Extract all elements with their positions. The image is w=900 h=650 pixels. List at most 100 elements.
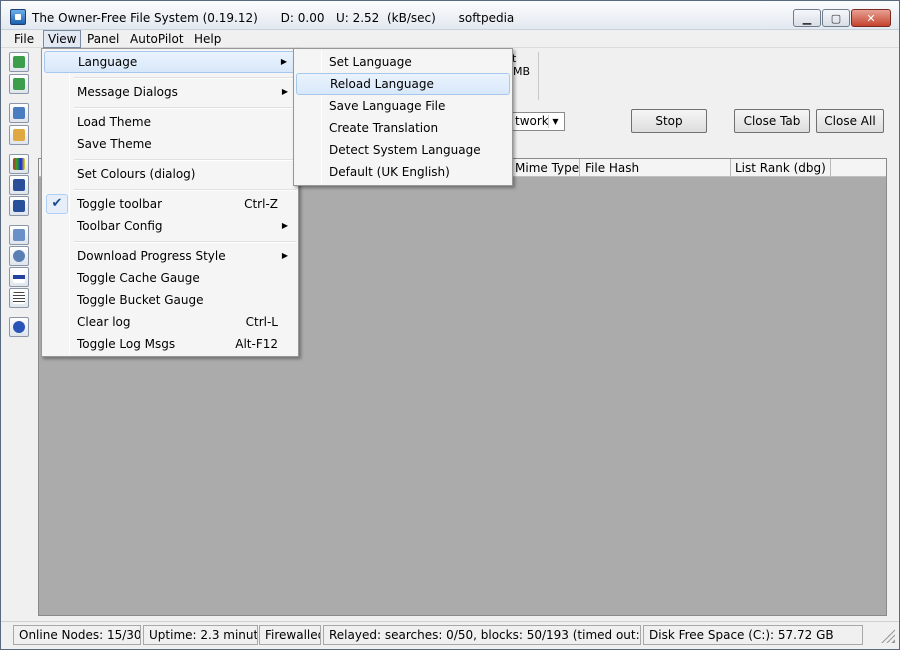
view-menu-item-clear-log[interactable]: Clear log Ctrl-L — [44, 311, 296, 333]
menu-item-label: Clear log — [77, 315, 131, 329]
column-mime-type[interactable]: Mime Type — [511, 159, 580, 177]
language-menu-item-set-language[interactable]: Set Language — [296, 51, 510, 73]
menu-item-label: Save Language File — [329, 99, 446, 113]
add-file-icon — [13, 56, 25, 68]
view-menu-item-toggle-cache-gauge[interactable]: Toggle Cache Gauge — [44, 267, 296, 289]
menu-separator — [74, 189, 296, 191]
menu-item-label: Load Theme — [77, 115, 151, 129]
view-menu: Language ▶ Message Dialogs ▶ Load Theme … — [41, 48, 299, 357]
menu-separator — [74, 77, 296, 79]
submenu-arrow-icon: ▶ — [281, 221, 288, 230]
view-menu-item-toggle-log-msgs[interactable]: Toggle Log Msgs Alt-F12 — [44, 333, 296, 355]
save-as-icon — [13, 200, 25, 212]
paste-icon — [13, 229, 25, 241]
menu-bar: File View Panel AutoPilot Help — [1, 30, 899, 48]
view-menu-item-message-dialogs[interactable]: Message Dialogs ▶ — [44, 81, 296, 103]
menu-file[interactable]: File — [10, 30, 38, 48]
menu-item-label: Reload Language — [330, 77, 434, 91]
menu-item-label: Toggle Log Msgs — [77, 337, 176, 351]
column-file-hash[interactable]: File Hash — [581, 159, 731, 177]
language-menu-item-default-uk-english[interactable]: Default (UK English) — [296, 161, 510, 183]
open-icon — [13, 107, 25, 119]
add-folder-button[interactable] — [9, 74, 29, 94]
menu-separator — [74, 159, 296, 161]
minimize-icon: ▁ — [802, 11, 812, 25]
view-menu-item-load-theme[interactable]: Load Theme — [44, 111, 296, 133]
gauge-icon — [13, 271, 25, 283]
language-menu-item-create-translation[interactable]: Create Translation — [296, 117, 510, 139]
submenu-arrow-icon: ▶ — [280, 57, 287, 66]
list-icon — [13, 292, 25, 304]
close-icon: ✕ — [866, 11, 876, 25]
network-select-value: twork — [515, 114, 549, 128]
info-fragment-2: MB — [513, 65, 531, 78]
menu-item-label: Set Colours (dialog) — [77, 167, 196, 181]
maximize-button[interactable]: ▢ — [822, 9, 850, 27]
save-as-button[interactable] — [9, 196, 29, 216]
open-button[interactable] — [9, 103, 29, 123]
menu-item-label: Set Language — [329, 55, 412, 69]
menu-item-label: Default (UK English) — [329, 165, 450, 179]
language-menu-item-detect-system-language[interactable]: Detect System Language — [296, 139, 510, 161]
copy-icon — [13, 129, 25, 141]
checkmark-icon: ✔ — [46, 194, 68, 214]
menu-item-label: Language — [78, 55, 138, 69]
copy-button[interactable] — [9, 125, 29, 145]
close-tab-button[interactable]: Close Tab — [734, 109, 810, 133]
menu-view[interactable]: View — [43, 30, 82, 48]
paste-button[interactable] — [9, 225, 29, 245]
menu-item-shortcut: Alt-F12 — [235, 337, 278, 351]
menu-help[interactable]: Help — [190, 30, 225, 48]
app-window: The Owner-Free File System (0.19.12) D: … — [0, 0, 900, 650]
window-title: The Owner-Free File System (0.19.12) D: … — [32, 11, 515, 25]
add-file-button[interactable] — [9, 52, 29, 72]
language-submenu: Set Language Reload Language Save Langua… — [293, 48, 513, 186]
list-button[interactable] — [9, 288, 29, 308]
network-select[interactable]: twork ▼ — [509, 112, 565, 131]
menu-item-label: Detect System Language — [329, 143, 481, 157]
status-relayed: Relayed: searches: 0/50, blocks: 50/193 … — [323, 625, 641, 645]
colour-palette-icon — [13, 158, 25, 170]
menu-item-label: Toggle toolbar — [77, 197, 163, 211]
menu-item-shortcut: Ctrl-L — [245, 315, 278, 329]
status-disk-free: Disk Free Space (C:): 57.72 GB — [643, 625, 863, 645]
menu-item-label: Download Progress Style — [77, 249, 226, 263]
language-menu-item-reload-language[interactable]: Reload Language — [296, 73, 510, 95]
refresh-button[interactable] — [9, 246, 29, 266]
column-list-rank[interactable]: List Rank (dbg) — [731, 159, 831, 177]
stop-button[interactable]: Stop — [631, 109, 707, 133]
colour-palette-button[interactable] — [9, 154, 29, 174]
menu-item-shortcut: Ctrl-Z — [244, 197, 278, 211]
maximize-icon: ▢ — [830, 11, 842, 25]
view-menu-item-toolbar-config[interactable]: Toolbar Config ▶ — [44, 215, 296, 237]
view-menu-item-save-theme[interactable]: Save Theme — [44, 133, 296, 155]
menu-separator — [74, 107, 296, 109]
save-button[interactable] — [9, 175, 29, 195]
status-firewall: Firewalled — [259, 625, 321, 645]
view-menu-item-download-progress-style[interactable]: Download Progress Style ▶ — [44, 245, 296, 267]
panel-divider — [538, 52, 539, 100]
gauge-button[interactable] — [9, 267, 29, 287]
menu-autopilot[interactable]: AutoPilot — [126, 30, 188, 48]
resize-grip-icon[interactable] — [881, 629, 895, 643]
view-menu-item-set-colours[interactable]: Set Colours (dialog) — [44, 163, 296, 185]
submenu-arrow-icon: ▶ — [281, 251, 288, 260]
chevron-down-icon: ▼ — [548, 115, 562, 128]
close-all-button[interactable]: Close All — [816, 109, 884, 133]
help-icon — [13, 321, 25, 333]
language-menu-item-save-language-file[interactable]: Save Language File — [296, 95, 510, 117]
menu-separator — [74, 241, 296, 243]
title-bar[interactable]: The Owner-Free File System (0.19.12) D: … — [1, 1, 899, 30]
app-icon — [10, 9, 26, 25]
menu-panel[interactable]: Panel — [83, 30, 123, 48]
menu-item-label: Create Translation — [329, 121, 439, 135]
help-button[interactable] — [9, 317, 29, 337]
view-menu-item-toggle-toolbar[interactable]: ✔ Toggle toolbar Ctrl-Z — [44, 193, 296, 215]
minimize-button[interactable]: ▁ — [793, 9, 821, 27]
view-menu-item-toggle-bucket-gauge[interactable]: Toggle Bucket Gauge — [44, 289, 296, 311]
status-online-nodes: Online Nodes: 15/30 — [13, 625, 141, 645]
view-menu-item-language[interactable]: Language ▶ — [44, 51, 296, 73]
submenu-arrow-icon: ▶ — [281, 87, 288, 96]
close-button[interactable]: ✕ — [851, 9, 891, 27]
menu-item-label: Toggle Cache Gauge — [77, 271, 200, 285]
